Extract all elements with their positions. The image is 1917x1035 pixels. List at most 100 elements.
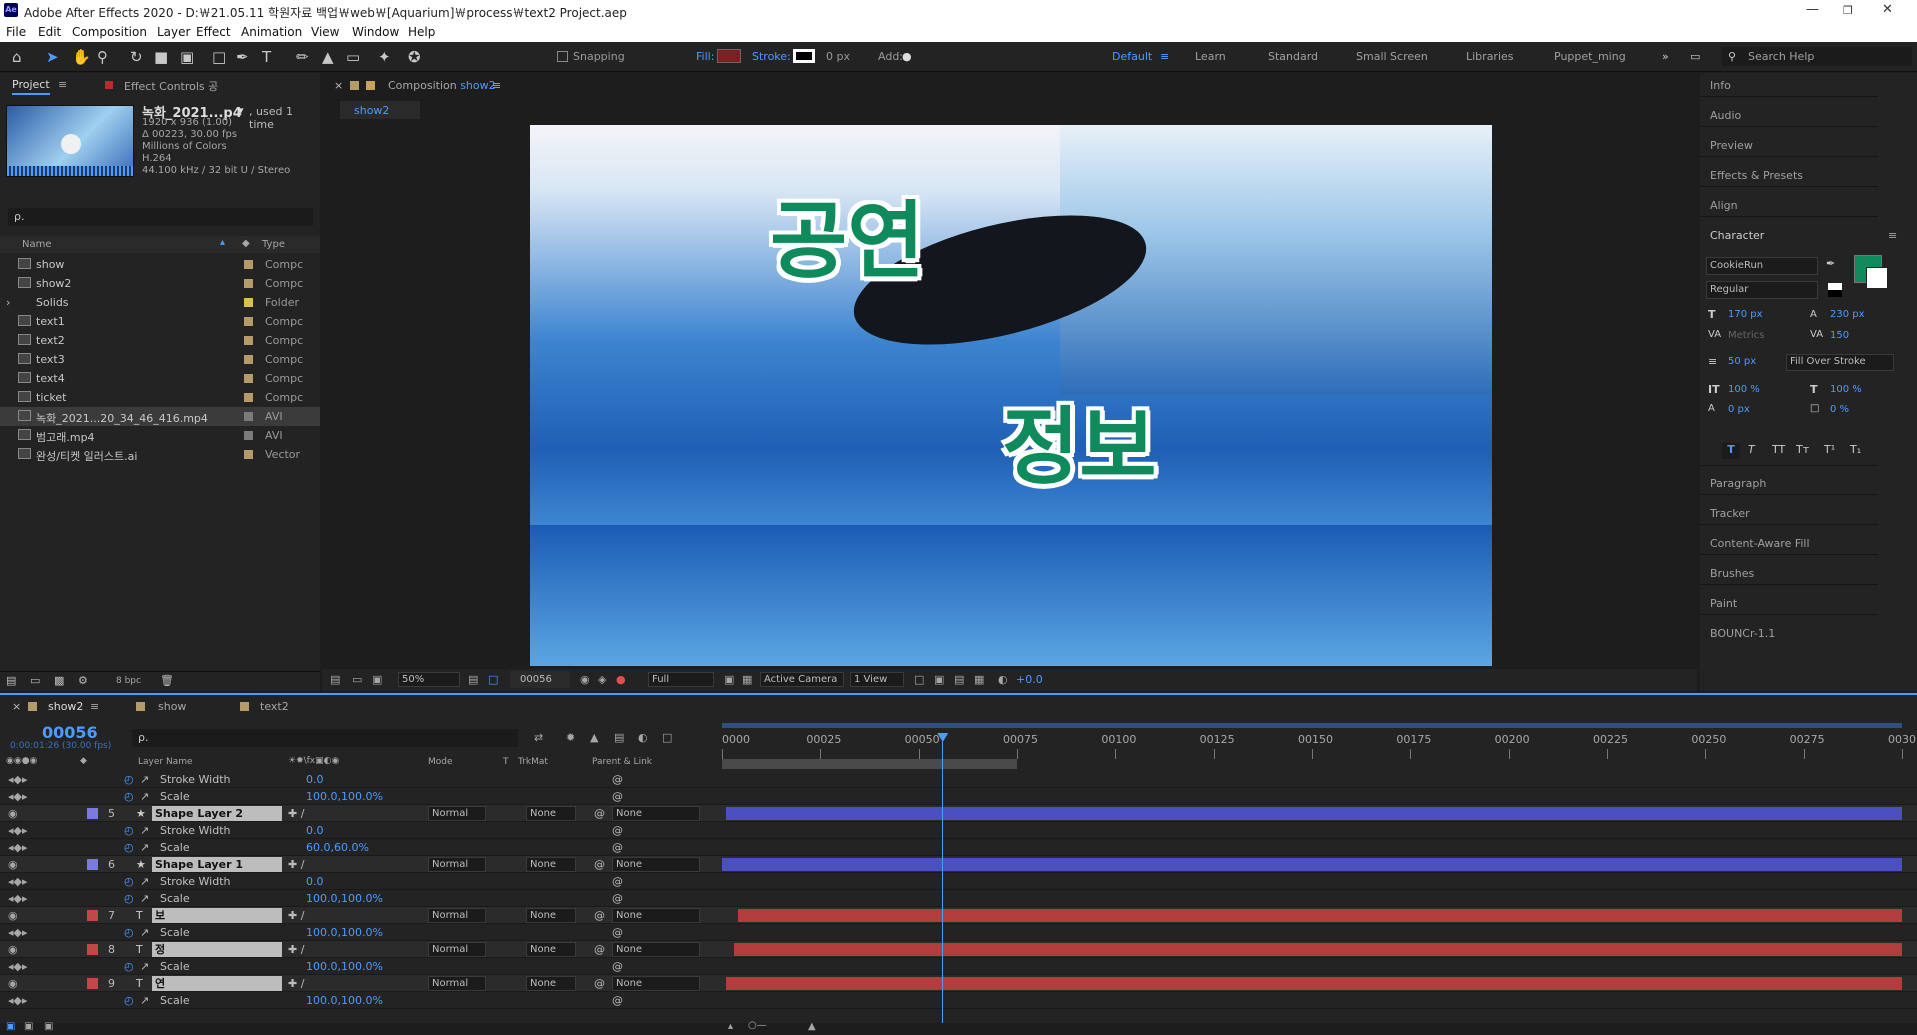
workspace-learn[interactable]: Learn: [1195, 50, 1226, 63]
workspace-small-screen[interactable]: Small Screen: [1356, 50, 1428, 63]
flowchart-icon[interactable]: ▦: [974, 673, 984, 686]
all-caps-button[interactable]: TT: [1772, 443, 1785, 456]
graph-icon[interactable]: ↗: [140, 926, 149, 939]
snapping-checkbox[interactable]: [557, 51, 568, 62]
graph-icon[interactable]: ↗: [140, 960, 149, 973]
stopwatch-icon[interactable]: ◴: [124, 790, 134, 803]
font-family-dropdown[interactable]: CookieRun: [1706, 257, 1818, 275]
clone-stamp-tool-icon[interactable]: ▲: [322, 48, 334, 66]
stopwatch-icon[interactable]: ◴: [124, 960, 134, 973]
pick-whip-icon[interactable]: @: [594, 943, 605, 956]
parent-dropdown[interactable]: None: [612, 942, 700, 957]
interpret-footage-icon[interactable]: ▤: [6, 674, 16, 687]
view-layout-dropdown[interactable]: 1 View: [850, 672, 904, 687]
pick-whip-icon[interactable]: @: [594, 977, 605, 990]
close-timeline-tab-icon[interactable]: ×: [12, 700, 21, 713]
pick-whip-icon[interactable]: @: [594, 858, 605, 871]
project-item[interactable]: show2 Compc: [0, 274, 320, 293]
close-icon[interactable]: ✕: [1882, 2, 1893, 17]
column-name[interactable]: Name: [22, 239, 52, 250]
project-item[interactable]: › Solids Folder: [0, 293, 320, 312]
hand-tool-icon[interactable]: ✋: [72, 48, 91, 66]
column-trkmat[interactable]: TrkMat: [518, 757, 548, 767]
layer-row[interactable]: ◉ 6 ★ Shape Layer 1 ✚ ∕ Normal None None @: [0, 856, 1917, 873]
label-color-swatch[interactable]: [244, 431, 253, 440]
panel-tracker[interactable]: Tracker: [1710, 507, 1750, 520]
eraser-tool-icon[interactable]: ▭: [346, 48, 360, 66]
delete-icon[interactable]: 🗑: [160, 674, 174, 687]
graph-icon[interactable]: ↗: [140, 790, 149, 803]
menu-animation[interactable]: Animation: [241, 25, 302, 39]
parent-dropdown[interactable]: None: [612, 857, 700, 872]
property-value[interactable]: 100.0,100.0%: [306, 926, 383, 939]
property-row[interactable]: ◂◆▸ ◴ ↗ Scale 100.0,100.0% @: [0, 958, 1917, 975]
puppet-pin-tool-icon[interactable]: ✪: [408, 48, 421, 66]
property-row[interactable]: ◂◆▸ ◴ ↗ Scale 100.0,100.0% @: [0, 992, 1917, 1009]
column-layer-name[interactable]: Layer Name: [138, 757, 193, 767]
stopwatch-icon[interactable]: ◴: [124, 824, 134, 837]
kerning-value[interactable]: Metrics: [1728, 330, 1764, 341]
zoom-in-icon[interactable]: ▲: [808, 1021, 816, 1032]
small-caps-button[interactable]: Tт: [1796, 443, 1809, 456]
visibility-eye-icon[interactable]: ◉: [8, 858, 18, 871]
label-color-swatch[interactable]: [244, 279, 253, 288]
project-settings-icon[interactable]: ⚙: [78, 674, 88, 687]
property-value[interactable]: 100.0,100.0%: [306, 790, 383, 803]
project-search-input[interactable]: ρ.: [8, 208, 313, 226]
expression-pick-whip-icon[interactable]: @: [612, 841, 623, 854]
layer-switches[interactable]: ✚ ∕: [288, 807, 304, 820]
vr-icon[interactable]: ▣: [372, 673, 382, 686]
trkmat-dropdown[interactable]: None: [526, 857, 576, 872]
selection-tool-icon[interactable]: ➤: [46, 48, 59, 66]
faux-italic-button[interactable]: T: [1748, 443, 1755, 456]
vertical-scale-value[interactable]: 100 %: [1728, 384, 1760, 395]
type-tool-icon[interactable]: T: [262, 48, 271, 66]
layer-switches[interactable]: ✚ ∕: [288, 858, 304, 871]
label-color-swatch[interactable]: [244, 355, 253, 364]
always-preview-icon[interactable]: ▤: [330, 673, 340, 686]
baseline-shift-value[interactable]: 0 px: [1728, 404, 1750, 415]
layer-mode-dropdown[interactable]: Normal: [428, 976, 486, 991]
property-value[interactable]: 100.0,100.0%: [306, 994, 383, 1007]
faux-bold-button[interactable]: T: [1722, 443, 1740, 459]
show-snapshot-icon[interactable]: ◈: [598, 673, 606, 686]
fill-color-swatch[interactable]: [717, 49, 741, 63]
stopwatch-icon[interactable]: ◴: [124, 994, 134, 1007]
panel-info[interactable]: Info: [1710, 79, 1731, 92]
layer-switches[interactable]: ✚ ∕: [288, 977, 304, 990]
layer-row[interactable]: ◉ 8 T 정 ✚ ∕ Normal None None @: [0, 941, 1917, 958]
transparency-grid-icon[interactable]: ▦: [742, 673, 752, 686]
layer-row[interactable]: ◉ 7 T 보 ✚ ∕ Normal None None @: [0, 907, 1917, 924]
pan-behind-tool-icon[interactable]: ▣: [180, 48, 194, 66]
tab-project[interactable]: Project: [12, 78, 50, 95]
property-value[interactable]: 100.0,100.0%: [306, 960, 383, 973]
visibility-eye-icon[interactable]: ◂◆▸: [8, 790, 28, 803]
character-menu-icon[interactable]: ≡: [1888, 229, 1897, 242]
superscript-button[interactable]: T¹: [1824, 443, 1835, 456]
label-color-swatch[interactable]: [244, 298, 253, 307]
zoom-slider[interactable]: ○—: [748, 1020, 767, 1031]
stroke-mode-dropdown[interactable]: Fill Over Stroke: [1786, 354, 1894, 371]
restore-icon[interactable]: ❐: [1843, 4, 1853, 17]
expression-pick-whip-icon[interactable]: @: [612, 960, 623, 973]
close-tab-icon[interactable]: ×: [334, 79, 343, 92]
layer-name[interactable]: 정: [152, 942, 282, 957]
graph-icon[interactable]: ↗: [140, 994, 149, 1007]
timeline-icon[interactable]: ▤: [954, 673, 964, 686]
workspace-default[interactable]: Default: [1112, 50, 1152, 63]
label-color-swatch[interactable]: [244, 412, 253, 421]
draft-3d-icon[interactable]: ✹: [566, 731, 575, 744]
pick-whip-icon[interactable]: @: [594, 807, 605, 820]
property-value[interactable]: 0.0: [306, 773, 324, 786]
layer-duration-bar[interactable]: [733, 943, 1902, 956]
zoom-out-icon[interactable]: ▴: [728, 1021, 733, 1032]
expression-pick-whip-icon[interactable]: @: [612, 875, 623, 888]
column-parent[interactable]: Parent & Link: [592, 757, 652, 767]
add-icon[interactable]: ●: [902, 50, 912, 63]
toggle-switches-icon[interactable]: ▣: [6, 1021, 15, 1032]
fast-previews-icon[interactable]: ▣: [934, 673, 944, 686]
rotate-tool-icon[interactable]: ↻: [130, 48, 143, 66]
rectangle-tool-icon[interactable]: □: [212, 48, 226, 66]
zoom-tool-icon[interactable]: ⚲: [97, 48, 108, 66]
project-item[interactable]: text1 Compc: [0, 312, 320, 331]
